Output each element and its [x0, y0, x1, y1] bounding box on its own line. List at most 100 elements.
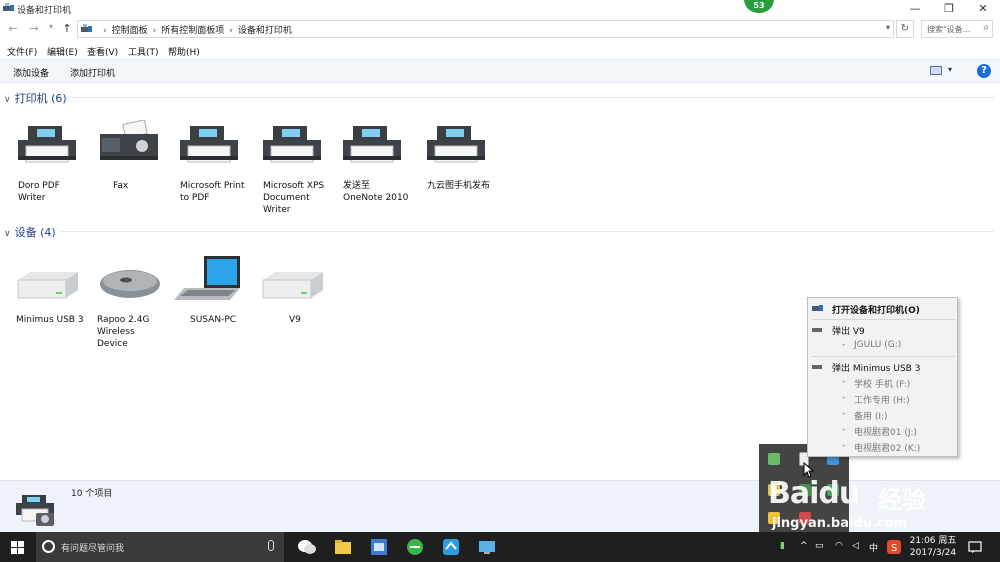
address-dropdown-icon[interactable]: ▾	[886, 23, 890, 32]
clock-time: 21:06 周五	[909, 536, 957, 546]
tray-app-icon[interactable]	[768, 453, 780, 465]
wechat-icon[interactable]	[297, 537, 317, 557]
add-printer-button[interactable]: 添加打印机	[70, 66, 115, 79]
device-item-fax[interactable]: Fax	[90, 119, 170, 192]
group-divider	[72, 97, 994, 98]
eject-v9-item[interactable]: 弹出 V9	[808, 322, 959, 338]
menu-view[interactable]: 查看(V)	[87, 45, 118, 58]
up-button[interactable]: ↑	[60, 22, 74, 35]
mouse-pointer-icon	[803, 462, 815, 478]
device-item-v9[interactable]: V9	[253, 254, 333, 326]
devices-group-title: 设备 (4)	[14, 226, 56, 239]
volume-item: - 学校 手机 (F:)	[842, 377, 911, 390]
device-item-doro-pdf[interactable]: Doro PDF Writer	[8, 120, 88, 204]
breadcrumb-separator-icon: ›	[152, 26, 157, 36]
battery-icon[interactable]: ▮	[780, 541, 785, 551]
devices-group-header[interactable]: ∨ 设备 (4)	[4, 224, 56, 240]
watermark-cn: 经验	[878, 486, 926, 514]
refresh-button[interactable]: ↻	[896, 20, 914, 38]
menu-file[interactable]: 文件(F)	[7, 45, 37, 58]
devices-printers-taskbar-icon[interactable]	[369, 537, 389, 557]
breadcrumb-separator-icon: ›	[229, 26, 233, 36]
window-title: 设备和打印机	[17, 6, 72, 16]
ime-indicator[interactable]: 中	[869, 541, 878, 554]
close-button[interactable]: ✕	[966, 0, 1000, 17]
group-divider	[60, 231, 994, 232]
menu-help[interactable]: 帮助(H)	[168, 45, 200, 58]
printer-icon	[333, 120, 413, 178]
windows-logo-icon	[11, 541, 24, 554]
help-button[interactable]: ?	[977, 64, 991, 78]
menu-separator	[812, 356, 955, 357]
notification-badge[interactable]: 53	[744, 0, 774, 13]
device-item-onenote[interactable]: 发送至 OneNote 2010	[333, 120, 413, 204]
breadcrumb-separator-icon: ›	[103, 26, 107, 36]
device-item-susan-pc[interactable]: SUSAN-PC	[170, 254, 250, 326]
start-button[interactable]	[0, 532, 36, 562]
clock[interactable]: 21:06 周五 2017/3/24	[905, 535, 961, 559]
device-label: Rapoo 2.4G Wireless Device	[97, 315, 150, 349]
menu-bar: 文件(F) 编辑(E) 查看(V) 工具(T) 帮助(H)	[0, 42, 1000, 59]
collapse-chevron-icon[interactable]: ∨	[4, 229, 11, 239]
open-devices-printers-item[interactable]: 打开设备和打印机(O)	[808, 301, 959, 317]
eject-minimus-item[interactable]: 弹出 Minimus USB 3	[808, 359, 959, 375]
volume-item: - 备用 (I:)	[842, 409, 888, 422]
printer-icon	[170, 120, 250, 178]
fax-icon	[90, 119, 170, 178]
device-item-ms-print-pdf[interactable]: Microsoft Print to PDF	[170, 120, 250, 204]
view-options-dropdown[interactable]: ▾	[948, 65, 952, 74]
device-label: Microsoft XPS Document Writer	[263, 181, 325, 215]
remote-desktop-icon[interactable]	[477, 537, 497, 557]
show-hidden-icons-button[interactable]: ^	[800, 541, 808, 551]
breadcrumb-devices-printers[interactable]: 设备和打印机	[238, 26, 292, 36]
drive-icon	[812, 365, 822, 369]
devices-printers-icon	[81, 24, 92, 32]
address-bar[interactable]: › 控制面板 › 所有控制面板项 › 设备和打印机 ▾	[77, 20, 894, 38]
forward-button[interactable]: →	[27, 22, 41, 35]
wifi-icon[interactable]: ◠	[835, 541, 843, 551]
change-view-icon[interactable]	[930, 66, 942, 75]
printer-icon	[253, 120, 333, 178]
device-label: 发送至 OneNote 2010	[343, 181, 409, 203]
device-item-jiuyun[interactable]: 九云图手机发布	[417, 120, 507, 192]
menu-edit[interactable]: 编辑(E)	[47, 45, 78, 58]
recent-dropdown[interactable]: ▾	[44, 22, 58, 31]
item-count: 10 个项目	[71, 489, 113, 499]
minimize-button[interactable]: —	[898, 0, 932, 17]
microphone-icon[interactable]	[268, 540, 274, 551]
power-icon[interactable]: ▭	[815, 541, 824, 551]
sogou-ime-icon[interactable]: S	[887, 540, 901, 554]
device-label: SUSAN-PC	[190, 315, 237, 325]
address-row: ← → ▾ ↑ › 控制面板 › 所有控制面板项 › 设备和打印机 ▾ ↻ 搜索"设备..…	[0, 18, 1000, 40]
device-item-ms-xps[interactable]: Microsoft XPS Document Writer	[253, 120, 333, 216]
printers-group-header[interactable]: ∨ 打印机 (6)	[4, 90, 67, 106]
device-label: 九云图手机发布	[427, 181, 491, 191]
action-center-icon[interactable]	[968, 540, 982, 554]
messenger-app-icon[interactable]	[441, 537, 461, 557]
laptop-icon	[170, 254, 250, 312]
volume-item: - 工作专用 (H:)	[842, 393, 910, 406]
mouse-icon	[90, 254, 170, 312]
cortana-icon	[42, 540, 55, 553]
search-input[interactable]: 搜索"设备... ⌕	[921, 20, 993, 38]
file-explorer-icon[interactable]	[333, 537, 353, 557]
browser-360-icon[interactable]	[405, 537, 425, 557]
device-label: Microsoft Print to PDF	[180, 181, 245, 203]
add-device-button[interactable]: 添加设备	[13, 66, 49, 79]
device-item-minimus[interactable]: Minimus USB 3	[8, 254, 88, 326]
collapse-chevron-icon[interactable]: ∨	[4, 95, 11, 105]
usb-eject-menu: 打开设备和打印机(O) 弹出 V9 - JGULU (G:) 弹出 Minimus…	[807, 297, 958, 457]
drive-icon	[253, 254, 333, 312]
cortana-search-box[interactable]: 有问题尽管问我	[36, 532, 284, 562]
breadcrumb-all-items[interactable]: 所有控制面板项	[161, 26, 224, 36]
printer-camera-icon	[16, 495, 54, 526]
device-item-rapoo[interactable]: Rapoo 2.4G Wireless Device	[90, 254, 170, 350]
printer-icon	[8, 120, 88, 178]
cortana-placeholder: 有问题尽管问我	[61, 544, 125, 554]
restore-button[interactable]: ❐	[932, 0, 966, 17]
back-button[interactable]: ←	[6, 22, 20, 35]
menu-tools[interactable]: 工具(T)	[128, 45, 159, 58]
search-icon[interactable]: ⌕	[983, 22, 989, 33]
volume-icon[interactable]: ◁	[852, 541, 859, 551]
breadcrumb-control-panel[interactable]: 控制面板	[112, 26, 148, 36]
